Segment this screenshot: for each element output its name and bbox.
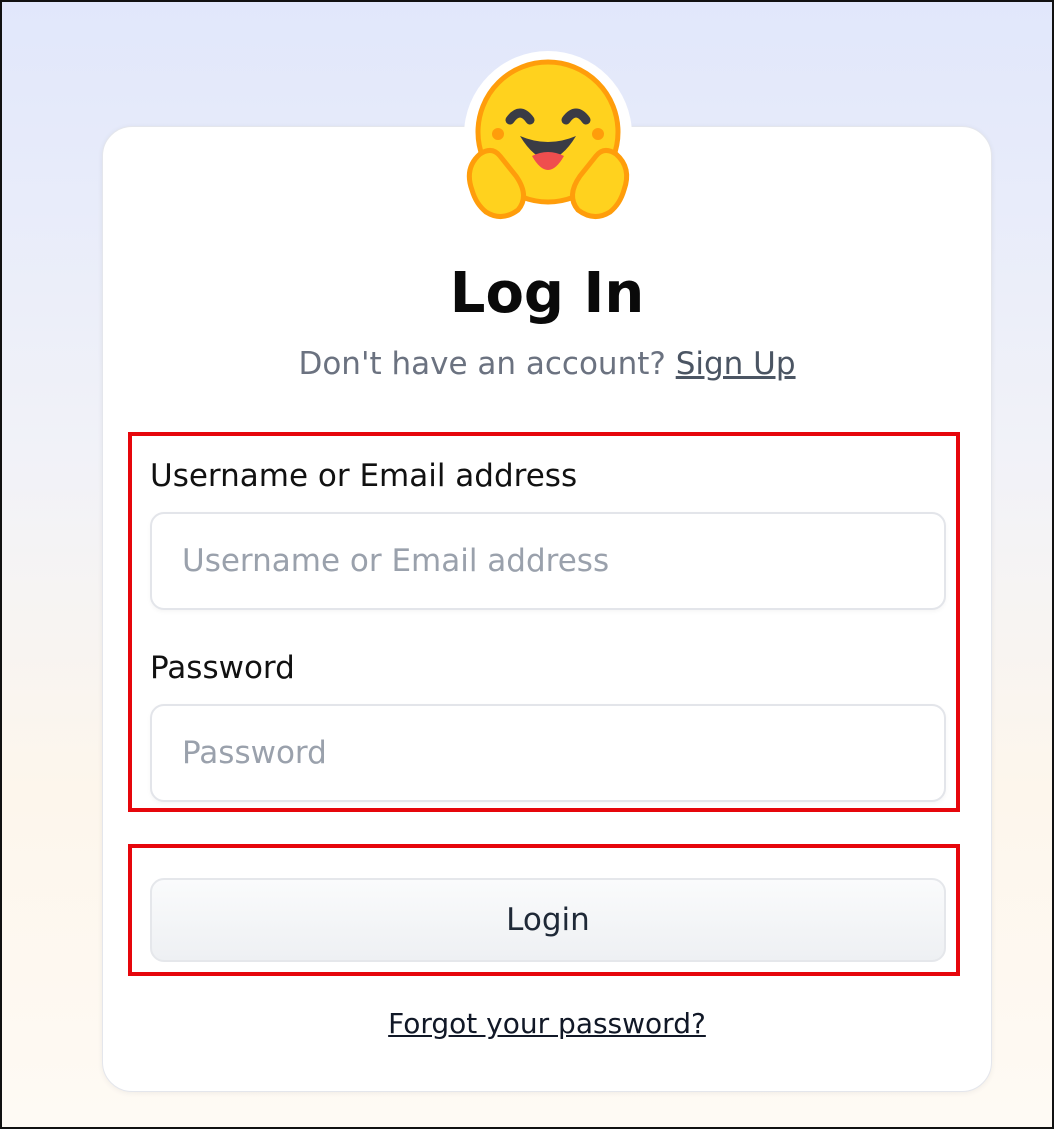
signup-prompt: Don't have an account? Sign Up <box>102 342 992 386</box>
hugging-face-logo-icon <box>464 51 632 219</box>
page-frame: Log In Don't have an account? Sign Up Us… <box>0 0 1054 1129</box>
signup-prompt-text: Don't have an account? <box>298 346 666 382</box>
signup-link[interactable]: Sign Up <box>676 346 796 382</box>
login-highlight-box <box>128 844 960 976</box>
page-title: Log In <box>449 261 645 326</box>
credentials-highlight-box <box>128 432 960 812</box>
forgot-password-link[interactable]: Forgot your password? <box>388 1007 706 1040</box>
forgot-password: Forgot your password? <box>102 1002 992 1046</box>
